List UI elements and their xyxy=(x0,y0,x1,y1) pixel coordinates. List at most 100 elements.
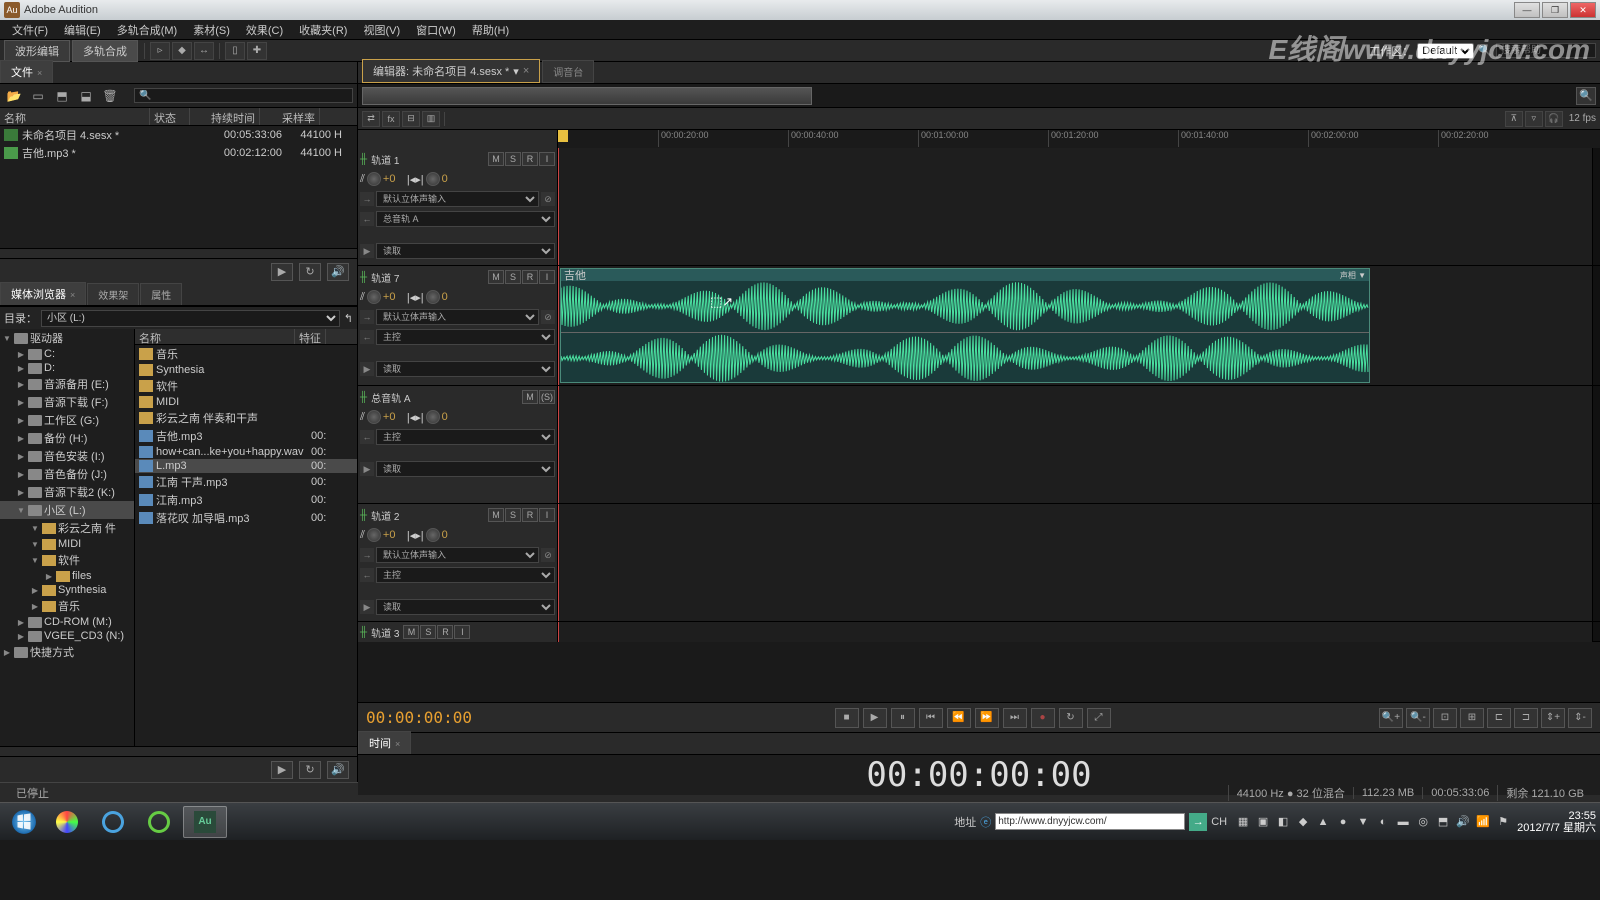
solo-button[interactable]: S xyxy=(505,152,521,166)
menu-item[interactable]: 素材(S) xyxy=(185,20,238,40)
tray-icon[interactable]: ▣ xyxy=(1255,814,1271,830)
tree-item[interactable]: ▶备份 (H:) xyxy=(0,429,134,447)
marker-icon[interactable]: ▿ xyxy=(1525,111,1543,127)
menu-item[interactable]: 窗口(W) xyxy=(408,20,464,40)
taskbar-ie[interactable] xyxy=(91,806,135,838)
pan-knob[interactable] xyxy=(426,410,440,424)
expand-icon[interactable]: ▶ xyxy=(16,452,26,461)
overview-viewport[interactable] xyxy=(362,87,812,105)
maximize-button[interactable]: ❐ xyxy=(1542,2,1568,18)
import-icon[interactable]: ⬒ xyxy=(52,87,72,105)
col-spec[interactable]: 特征 xyxy=(295,329,326,344)
track-name[interactable]: 轨道 3 xyxy=(371,625,399,640)
list-item[interactable]: 吉他.mp300: xyxy=(135,427,357,445)
pan-knob[interactable] xyxy=(426,290,440,304)
editor-session-tab[interactable]: 编辑器: 未命名项目 4.sesx * ▾× xyxy=(362,59,540,83)
taskbar-audition[interactable]: Au xyxy=(183,806,227,838)
list-item[interactable]: 音乐 xyxy=(135,345,357,363)
dir-select[interactable]: 小区 (L:) xyxy=(41,310,340,327)
tree-item[interactable]: ▼彩云之南 件 xyxy=(0,519,134,537)
mixer-tab[interactable]: 调音台 xyxy=(542,60,594,83)
fx-tool-icon[interactable]: fx xyxy=(382,111,400,127)
expand-icon[interactable]: ▶ xyxy=(16,434,26,443)
record-arm-button[interactable]: R xyxy=(437,625,453,639)
pan-knob[interactable] xyxy=(426,528,440,542)
tray-icon[interactable]: ◎ xyxy=(1415,814,1431,830)
loop-preview-button[interactable]: ↻ xyxy=(299,761,321,779)
mute-button[interactable]: M xyxy=(488,508,504,522)
monitor-button[interactable]: I xyxy=(539,270,555,284)
track-content[interactable] xyxy=(558,386,1592,503)
tray-icon[interactable]: ◆ xyxy=(1295,814,1311,830)
clip-menu-icon[interactable]: 声相 ▼ xyxy=(1340,270,1366,281)
record-arm-button[interactable]: R xyxy=(522,270,538,284)
zoom-amp-out-icon[interactable]: ⇕- xyxy=(1568,708,1592,728)
record-arm-button[interactable]: R xyxy=(522,152,538,166)
taskbar-browser[interactable] xyxy=(137,806,181,838)
monitor-button[interactable]: I xyxy=(454,625,470,639)
expand-icon[interactable]: ▶ xyxy=(16,380,26,389)
expand-icon[interactable]: ▼ xyxy=(30,524,40,533)
tree-item[interactable]: ▶音源下载2 (K:) xyxy=(0,483,134,501)
expand-icon[interactable]: ▶ xyxy=(16,398,26,407)
track-name[interactable]: 轨道 7 xyxy=(371,270,484,285)
tray-volume-icon[interactable]: 🔊 xyxy=(1455,814,1471,830)
close-icon[interactable]: × xyxy=(37,68,42,78)
list-item[interactable]: 江南.mp300: xyxy=(135,491,357,509)
rewind-button[interactable]: ⏪ xyxy=(947,708,971,728)
menu-item[interactable]: 编辑(E) xyxy=(56,20,109,40)
tray-icon[interactable]: ◐ xyxy=(1375,814,1391,830)
tray-icon[interactable]: ▦ xyxy=(1235,814,1251,830)
razor-tool-icon[interactable]: ◆ xyxy=(172,42,192,60)
col-name[interactable]: 名称 xyxy=(0,108,150,125)
autoplay-button[interactable]: 🔊 xyxy=(327,761,349,779)
expand-icon[interactable]: ▶ xyxy=(44,572,54,581)
slip-tool-icon[interactable]: ↔ xyxy=(194,42,214,60)
input-select[interactable]: 默认立体声输入 xyxy=(376,191,539,207)
input-config-icon[interactable]: ⊘ xyxy=(541,548,555,562)
tray-icon[interactable]: ▬ xyxy=(1395,814,1411,830)
expand-icon[interactable]: ▶ xyxy=(16,416,26,425)
workspace-select[interactable]: Default xyxy=(1417,43,1474,59)
solo-button[interactable]: (S) xyxy=(539,390,555,404)
spot-heal-tool-icon[interactable]: ✚ xyxy=(247,42,267,60)
tree-item[interactable]: ▶音色安装 (I:) xyxy=(0,447,134,465)
tray-icon[interactable]: ⬒ xyxy=(1435,814,1451,830)
col-duration[interactable]: 持续时间 xyxy=(190,108,260,125)
move-tool-icon[interactable]: ▹ xyxy=(150,42,170,60)
list-item[interactable]: 江南 干声.mp300: xyxy=(135,473,357,491)
play-preview-button[interactable]: ▶ xyxy=(271,761,293,779)
automation-select[interactable]: 读取 xyxy=(376,361,555,377)
automation-select[interactable]: 读取 xyxy=(376,243,555,259)
dropdown-icon[interactable]: ▾ xyxy=(513,65,519,78)
taskbar-clock[interactable]: 23:55 2012/7/7 星期六 xyxy=(1517,810,1596,834)
tree-item[interactable]: ▶Synthesia xyxy=(0,583,134,597)
menu-item[interactable]: 帮助(H) xyxy=(464,20,517,40)
pan-knob[interactable] xyxy=(426,172,440,186)
volume-value[interactable]: +0 xyxy=(383,529,405,541)
solo-button[interactable]: S xyxy=(505,270,521,284)
play-button[interactable]: ▶ xyxy=(863,708,887,728)
tree-item[interactable]: ▼小区 (L:) xyxy=(0,501,134,519)
tree-item[interactable]: ▶音乐 xyxy=(0,597,134,615)
expand-icon[interactable]: ▶ xyxy=(16,632,26,641)
overview-bar[interactable]: 🔍 xyxy=(358,84,1600,108)
list-item[interactable]: Synthesia xyxy=(135,363,357,377)
automation-icon[interactable]: ▶ xyxy=(360,600,374,614)
tree-item[interactable]: ▼MIDI xyxy=(0,537,134,551)
tray-icon[interactable]: ● xyxy=(1335,814,1351,830)
monitor-button[interactable]: I xyxy=(539,508,555,522)
mode-multitrack-tab[interactable]: 多轨合成 xyxy=(72,40,138,62)
zoom-full-icon[interactable]: ⊞ xyxy=(1460,708,1484,728)
metronome-icon[interactable]: 🎧 xyxy=(1545,111,1563,127)
loop-button[interactable]: ↻ xyxy=(1059,708,1083,728)
record-button[interactable]: ● xyxy=(1031,708,1055,728)
selection-tool-icon[interactable]: ▯ xyxy=(225,42,245,60)
expand-icon[interactable]: ▼ xyxy=(30,556,40,565)
menu-item[interactable]: 收藏夹(R) xyxy=(291,20,355,40)
automation-icon[interactable]: ▶ xyxy=(360,244,374,258)
expand-icon[interactable]: ▶ xyxy=(30,586,40,595)
zoom-fit-icon[interactable]: 🔍 xyxy=(1576,87,1596,105)
output-select[interactable]: 主控 xyxy=(376,329,555,345)
expand-icon[interactable]: ▼ xyxy=(2,334,12,343)
